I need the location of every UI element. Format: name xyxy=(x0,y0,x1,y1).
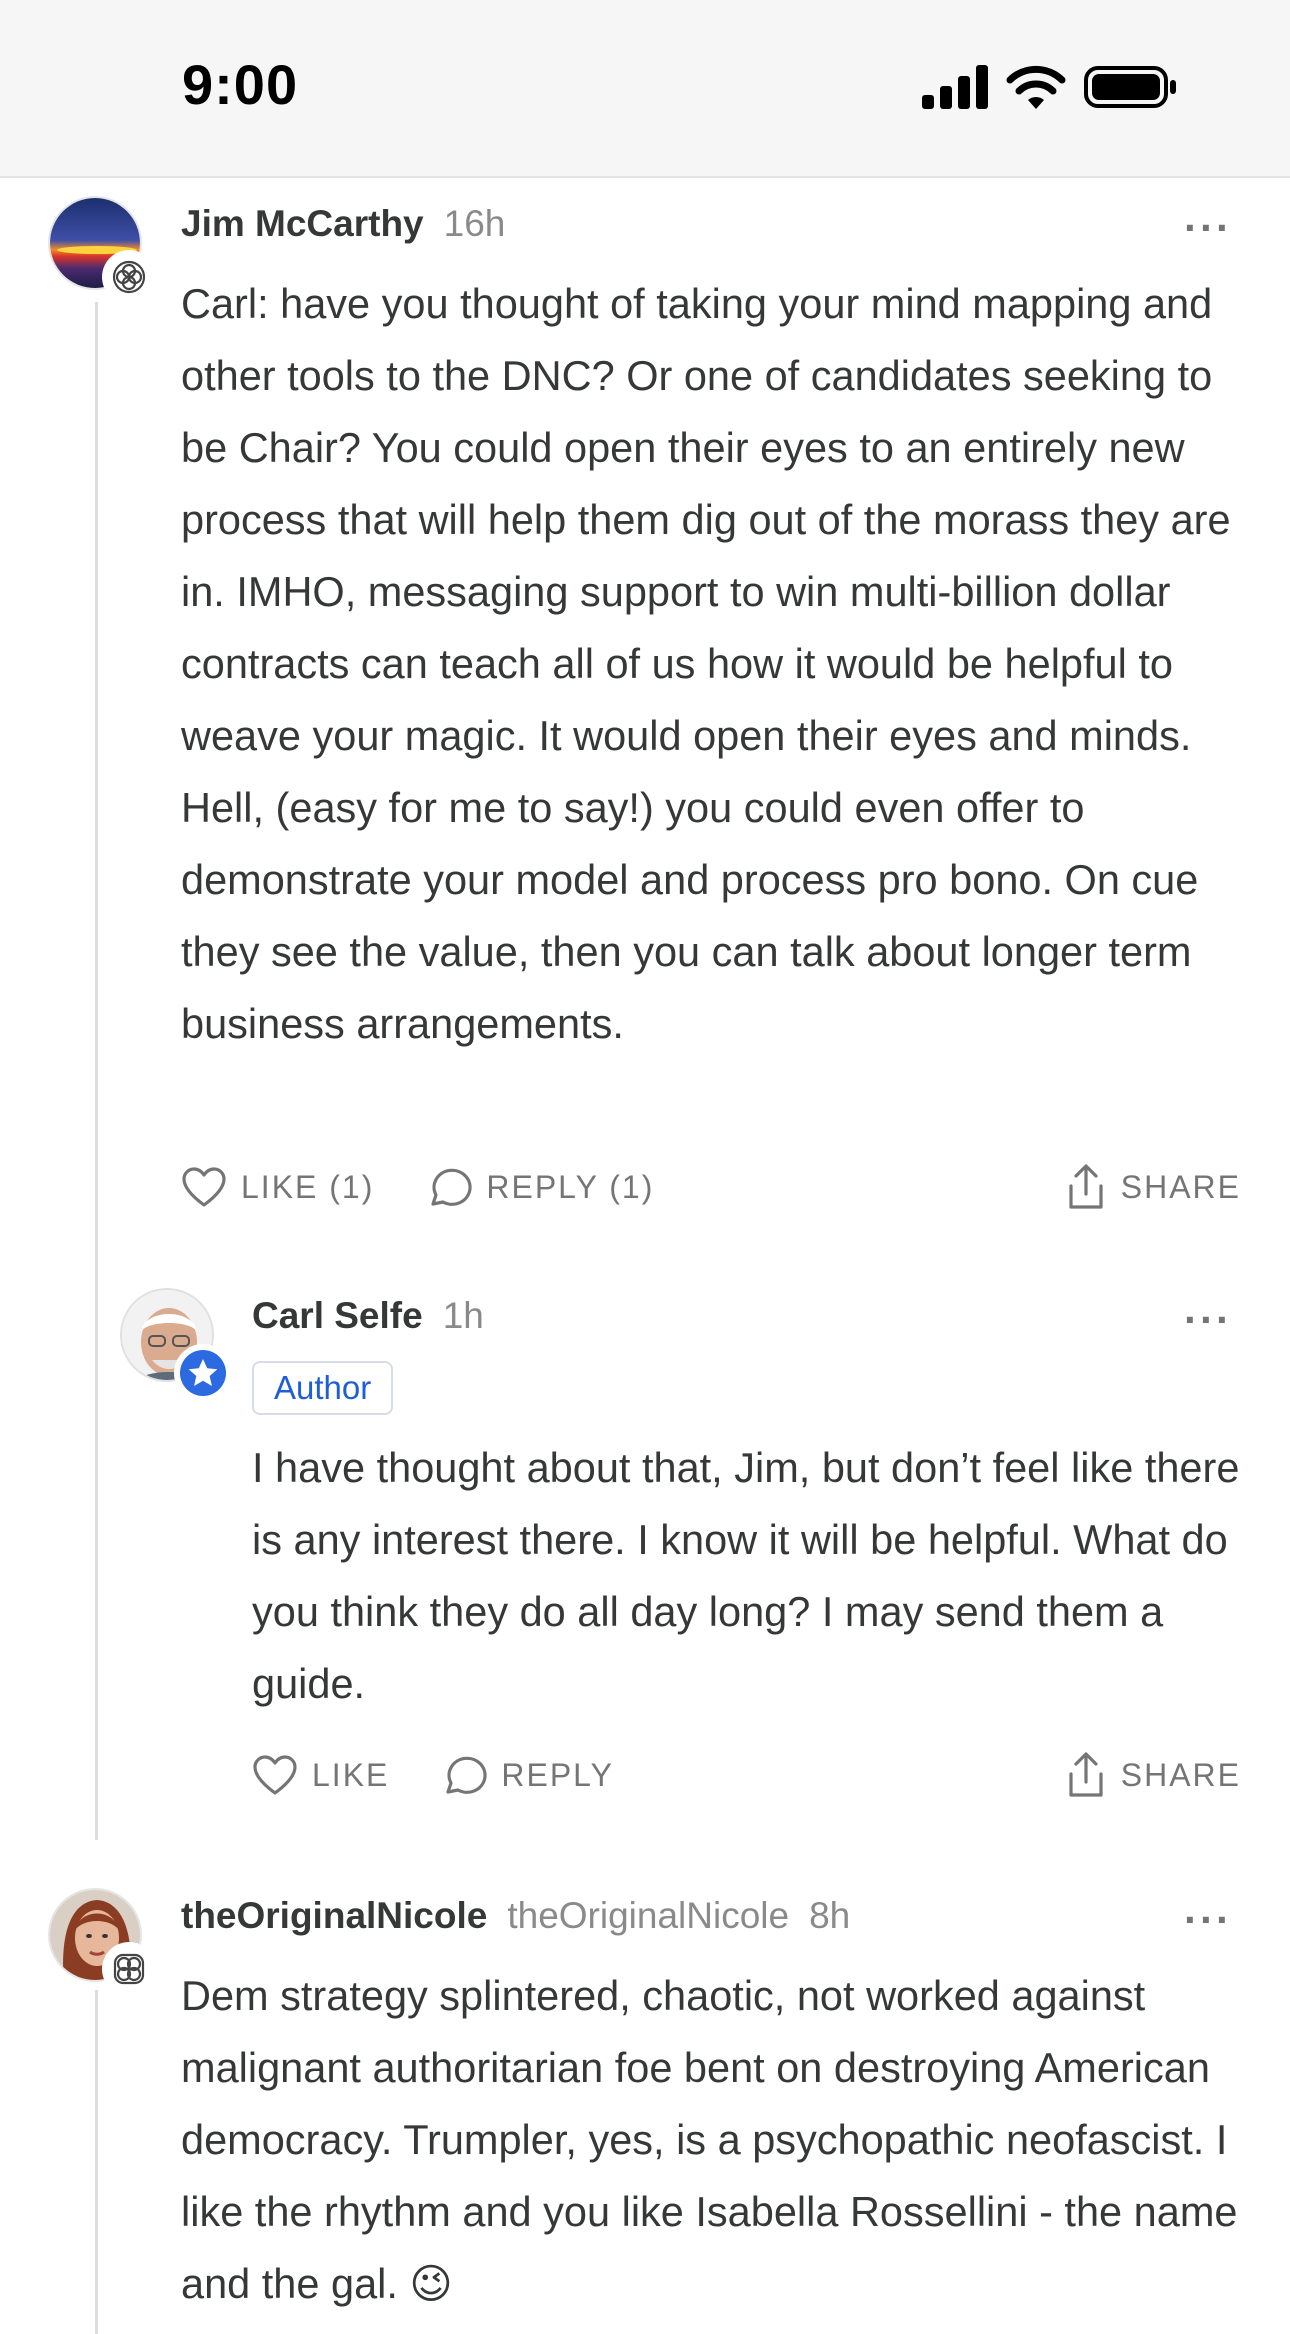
flower-badge-icon xyxy=(104,1944,154,1994)
share-label: SHARE xyxy=(1120,1756,1241,1793)
comment-body: I have thought about that, Jim, but don’… xyxy=(252,1432,1252,1720)
share-icon xyxy=(1069,1164,1103,1209)
commenter-name[interactable]: theOriginalNicole xyxy=(181,1895,487,1937)
more-options-icon[interactable]: ··· xyxy=(1184,207,1232,249)
comment-paragraph: Carl: have you thought of taking your mi… xyxy=(181,280,1231,1047)
comment-paragraph: Dem strategy splintered, chaotic, not wo… xyxy=(181,1972,1238,2307)
more-options-icon[interactable]: ··· xyxy=(1184,1299,1232,1341)
speech-bubble-icon xyxy=(431,1168,473,1206)
share-icon xyxy=(1069,1752,1103,1797)
reply-label: REPLY (1) xyxy=(486,1168,655,1205)
thread-line xyxy=(95,302,98,1840)
comment-time[interactable]: 16h xyxy=(444,203,506,245)
speech-bubble-icon xyxy=(446,1756,488,1794)
comment-paragraph: I have thought about that, Jim, but don’… xyxy=(252,1444,1240,1707)
like-button[interactable]: LIKE (1) xyxy=(181,1166,374,1208)
commenter-name[interactable]: Carl Selfe xyxy=(252,1295,423,1337)
share-label: SHARE xyxy=(1120,1168,1241,1205)
comment-actions: LIKE (1) REPLY (1) SHARE xyxy=(181,1162,1241,1212)
flower-badge-icon xyxy=(104,252,154,302)
battery-icon xyxy=(1084,66,1176,108)
reply-button[interactable]: REPLY (1) xyxy=(426,1165,654,1209)
commenter-name[interactable]: Jim McCarthy xyxy=(181,203,424,245)
cellular-signal-icon xyxy=(922,65,988,109)
heart-icon xyxy=(182,1167,226,1207)
status-icons xyxy=(922,62,1178,112)
reply-label: REPLY xyxy=(501,1756,614,1793)
comment-actions: LIKE REPLY SHARE xyxy=(252,1750,1241,1800)
thread-line xyxy=(95,1990,98,2334)
share-button[interactable]: SHARE xyxy=(1065,1752,1241,1798)
status-bar: 9:00 xyxy=(0,0,1290,178)
author-tag: Author xyxy=(252,1361,394,1415)
comment-header: Jim McCarthy 16h xyxy=(181,203,505,245)
comment-header: theOriginalNicole theOriginalNicole 8h xyxy=(181,1895,850,1937)
reply-button[interactable]: REPLY xyxy=(441,1753,614,1797)
comment-body: Carl: have you thought of taking your mi… xyxy=(181,268,1261,1060)
comment-time[interactable]: 8h xyxy=(809,1895,850,1937)
commenter-handle[interactable]: theOriginalNicole xyxy=(507,1895,789,1937)
share-button[interactable]: SHARE xyxy=(1065,1164,1241,1210)
like-label: LIKE (1) xyxy=(241,1168,375,1205)
like-label: LIKE xyxy=(312,1756,390,1793)
wifi-icon xyxy=(1006,65,1066,109)
more-options-icon[interactable]: ··· xyxy=(1184,1899,1232,1941)
comment-body: Dem strategy splintered, chaotic, not wo… xyxy=(181,1960,1261,2320)
comment-header: Carl Selfe 1h xyxy=(252,1295,484,1337)
author-star-badge-icon xyxy=(176,1346,230,1400)
like-button[interactable]: LIKE xyxy=(252,1754,389,1796)
comment-time[interactable]: 1h xyxy=(443,1295,484,1337)
heart-icon xyxy=(253,1755,297,1795)
status-time: 9:00 xyxy=(182,53,299,116)
